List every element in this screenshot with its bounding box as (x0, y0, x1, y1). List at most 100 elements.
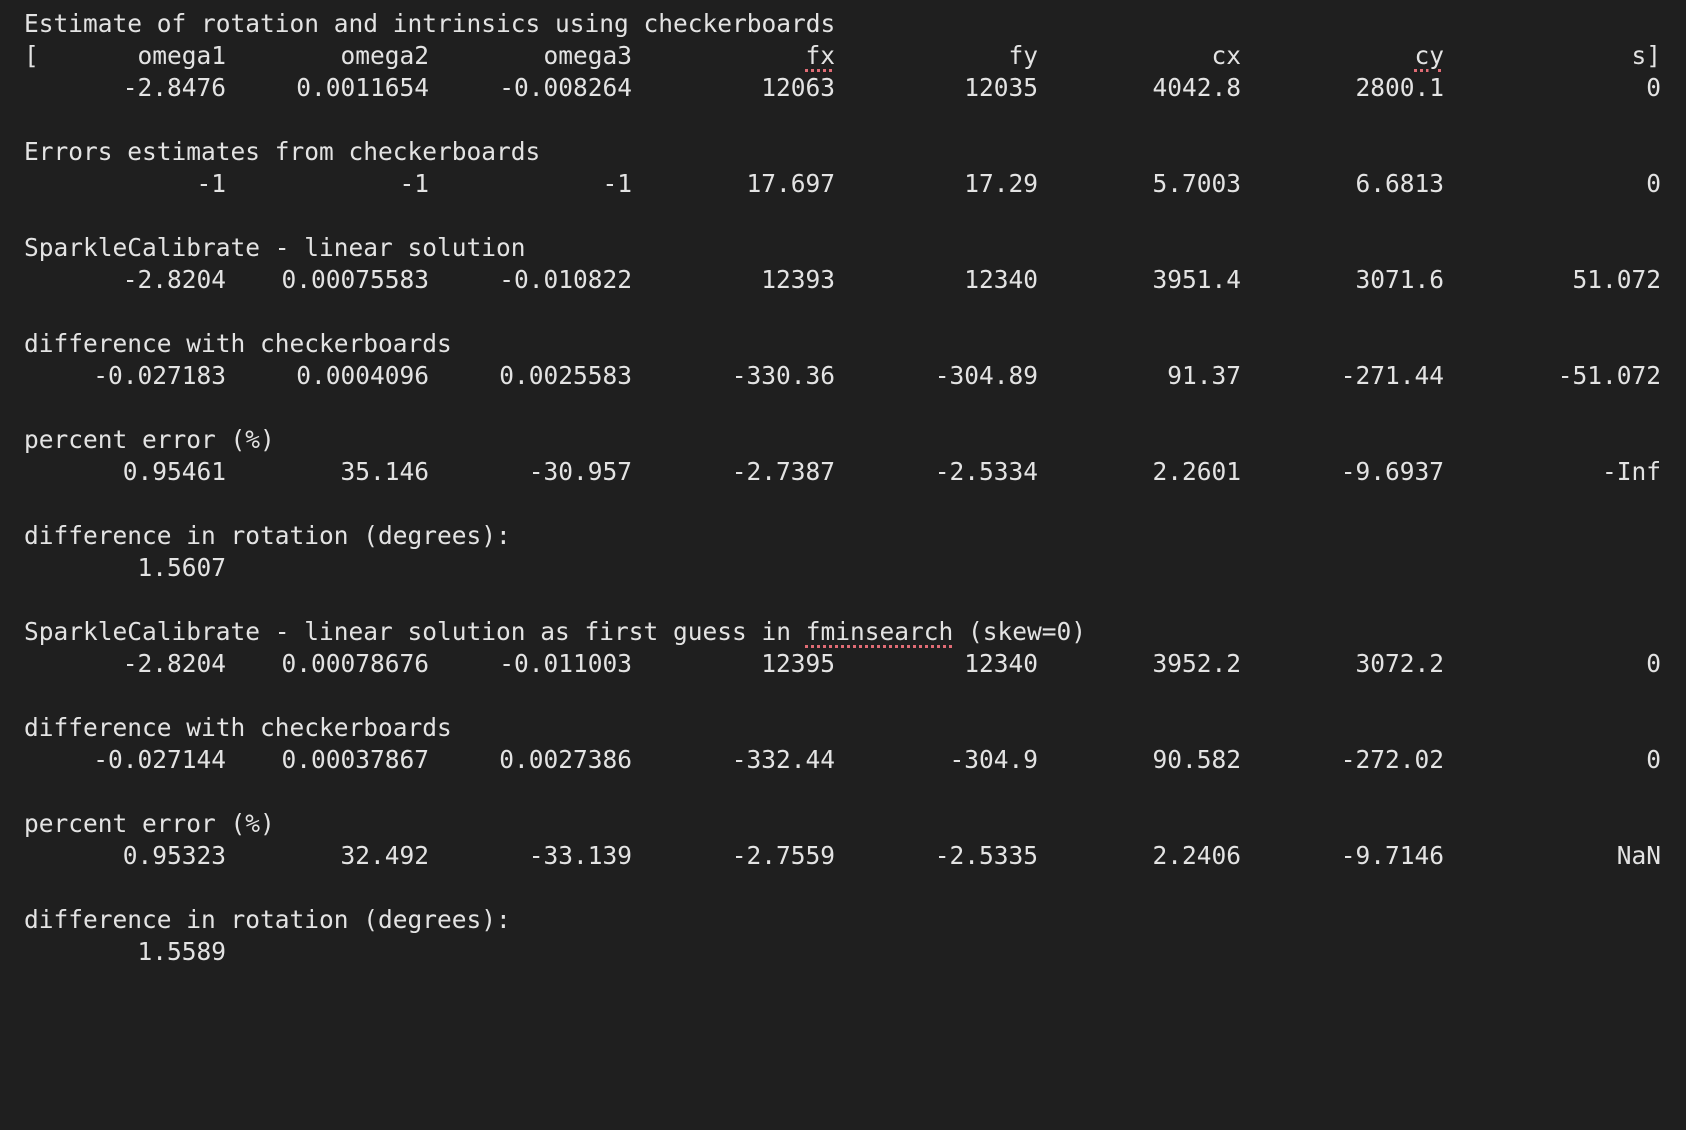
value-cell: 2800.1 (1355, 73, 1444, 102)
value-cell: 12393 (761, 265, 835, 294)
value-cell: 12035 (964, 73, 1038, 102)
value-cell: -2.8204 (122, 265, 226, 294)
value-cell: 0.0025583 (499, 361, 632, 390)
value-cell: -1 (602, 169, 632, 198)
value-cell: -33.139 (528, 841, 632, 870)
section-title: difference with checkerboards (24, 329, 452, 358)
section-title: Errors estimates from checkerboards (24, 137, 541, 166)
value-row-rotation: 1.5607 (0, 552, 1686, 584)
col-label-s: s] (1631, 41, 1661, 70)
col-label-fx: fx (805, 41, 835, 70)
value-cell: 3071.6 (1355, 265, 1444, 294)
value-cell: -0.027183 (93, 361, 226, 390)
col-label-cx: cx (1211, 41, 1241, 70)
col-label-omega2: omega2 (340, 41, 429, 70)
value-row-errors: -1 -1 -1 17.697 17.29 5.7003 6.6813 0 (0, 168, 1686, 200)
section-title: difference in rotation (degrees): (24, 905, 511, 934)
output-line-header: Estimate of rotation and intrinsics usin… (0, 8, 1686, 40)
section-title-fminsearch: SparkleCalibrate - linear solution as fi… (0, 616, 1686, 648)
value-row-estimate: -2.8476 0.0011654 -0.008264 12063 12035 … (0, 72, 1686, 104)
value-cell: -1 (399, 169, 429, 198)
value-cell: -2.8476 (122, 73, 226, 102)
section-title-rotation-2: difference in rotation (degrees): (0, 904, 1686, 936)
value-row-difference: -0.027183 0.0004096 0.0025583 -330.36 -3… (0, 360, 1686, 392)
value-cell: 0.95461 (122, 457, 226, 486)
value-cell: -9.6937 (1340, 457, 1444, 486)
value-cell: 0.00078676 (281, 649, 429, 678)
value-row-percent-2: 0.95323 32.492 -33.139 -2.7559 -2.5335 2… (0, 840, 1686, 872)
value-cell: 17.29 (964, 169, 1038, 198)
value-cell: 0 (1646, 73, 1661, 102)
value-cell: -Inf (1601, 457, 1661, 486)
value-cell: -2.5334 (934, 457, 1038, 486)
section-title-part: (skew=0) (953, 617, 1087, 646)
col-label-omega1: omega1 (137, 41, 226, 70)
value-cell: 0.00075583 (281, 265, 429, 294)
value-cell: -0.008264 (499, 73, 632, 102)
column-header-row: [ omega1 omega2 omega3 fx fy cx cy s] (0, 40, 1686, 72)
section-title-percent: percent error (%) (0, 424, 1686, 456)
value-cell: 2.2406 (1152, 841, 1241, 870)
value-row-difference-2: -0.027144 0.00037867 0.0027386 -332.44 -… (0, 744, 1686, 776)
value-cell: 12063 (761, 73, 835, 102)
terminal-output: Estimate of rotation and intrinsics usin… (0, 0, 1686, 978)
value-cell: -271.44 (1340, 361, 1444, 390)
col-label-omega3: omega3 (543, 41, 632, 70)
section-title: SparkleCalibrate - linear solution as fi… (24, 616, 1086, 648)
value-cell: -0.027144 (93, 745, 226, 774)
value-cell: 6.6813 (1355, 169, 1444, 198)
value-row-rotation-2: 1.5589 (0, 936, 1686, 968)
section-title-rotation: difference in rotation (degrees): (0, 520, 1686, 552)
value-cell: -304.9 (949, 745, 1038, 774)
section-title-difference-2: difference with checkerboards (0, 712, 1686, 744)
value-row-percent: 0.95461 35.146 -30.957 -2.7387 -2.5334 2… (0, 456, 1686, 488)
section-title: difference in rotation (degrees): (24, 521, 511, 550)
value-row-fminsearch: -2.8204 0.00078676 -0.011003 12395 12340… (0, 648, 1686, 680)
value-cell: -332.44 (731, 745, 835, 774)
col-label-cy: cy (1414, 41, 1444, 70)
value-cell: 91.37 (1167, 361, 1241, 390)
section-title-difference: difference with checkerboards (0, 328, 1686, 360)
value-cell: 1.5589 (137, 937, 226, 966)
value-cell: -2.8204 (122, 649, 226, 678)
value-cell: -9.7146 (1340, 841, 1444, 870)
value-cell: 4042.8 (1152, 73, 1241, 102)
value-cell: 0 (1646, 169, 1661, 198)
section-title: percent error (%) (24, 425, 275, 454)
value-cell: 3072.2 (1355, 649, 1444, 678)
value-cell: 0.0004096 (296, 361, 429, 390)
value-cell: -1 (196, 169, 226, 198)
value-cell: 12340 (964, 649, 1038, 678)
value-cell: -30.957 (528, 457, 632, 486)
section-title-linear: SparkleCalibrate - linear solution (0, 232, 1686, 264)
value-cell: 17.697 (746, 169, 835, 198)
header-text: Estimate of rotation and intrinsics usin… (24, 9, 836, 38)
value-cell: 0 (1646, 745, 1661, 774)
open-bracket: [ (24, 41, 39, 70)
value-cell: -2.5335 (934, 841, 1038, 870)
value-cell: 1.5607 (137, 553, 226, 582)
col-label-fy: fy (1008, 41, 1038, 70)
section-title: percent error (%) (24, 809, 275, 838)
value-cell: 0.95323 (122, 841, 226, 870)
value-cell: 3952.2 (1152, 649, 1241, 678)
value-cell: 51.072 (1572, 265, 1661, 294)
value-cell: 3951.4 (1152, 265, 1241, 294)
value-cell: -2.7559 (731, 841, 835, 870)
section-title-percent-2: percent error (%) (0, 808, 1686, 840)
value-cell: 2.2601 (1152, 457, 1241, 486)
value-cell: 0.0011654 (296, 73, 429, 102)
value-row-linear: -2.8204 0.00075583 -0.010822 12393 12340… (0, 264, 1686, 296)
value-cell: -0.011003 (499, 649, 632, 678)
value-cell: -272.02 (1340, 745, 1444, 774)
value-cell: 35.146 (340, 457, 429, 486)
value-cell: 0.0027386 (499, 745, 632, 774)
value-cell: -304.89 (934, 361, 1038, 390)
value-cell: -0.010822 (499, 265, 632, 294)
value-cell: NaN (1616, 841, 1661, 870)
value-cell: 12340 (964, 265, 1038, 294)
section-title-part: fminsearch (805, 617, 954, 646)
section-title: SparkleCalibrate - linear solution (24, 233, 526, 262)
value-cell: 32.492 (340, 841, 429, 870)
section-title: difference with checkerboards (24, 713, 452, 742)
